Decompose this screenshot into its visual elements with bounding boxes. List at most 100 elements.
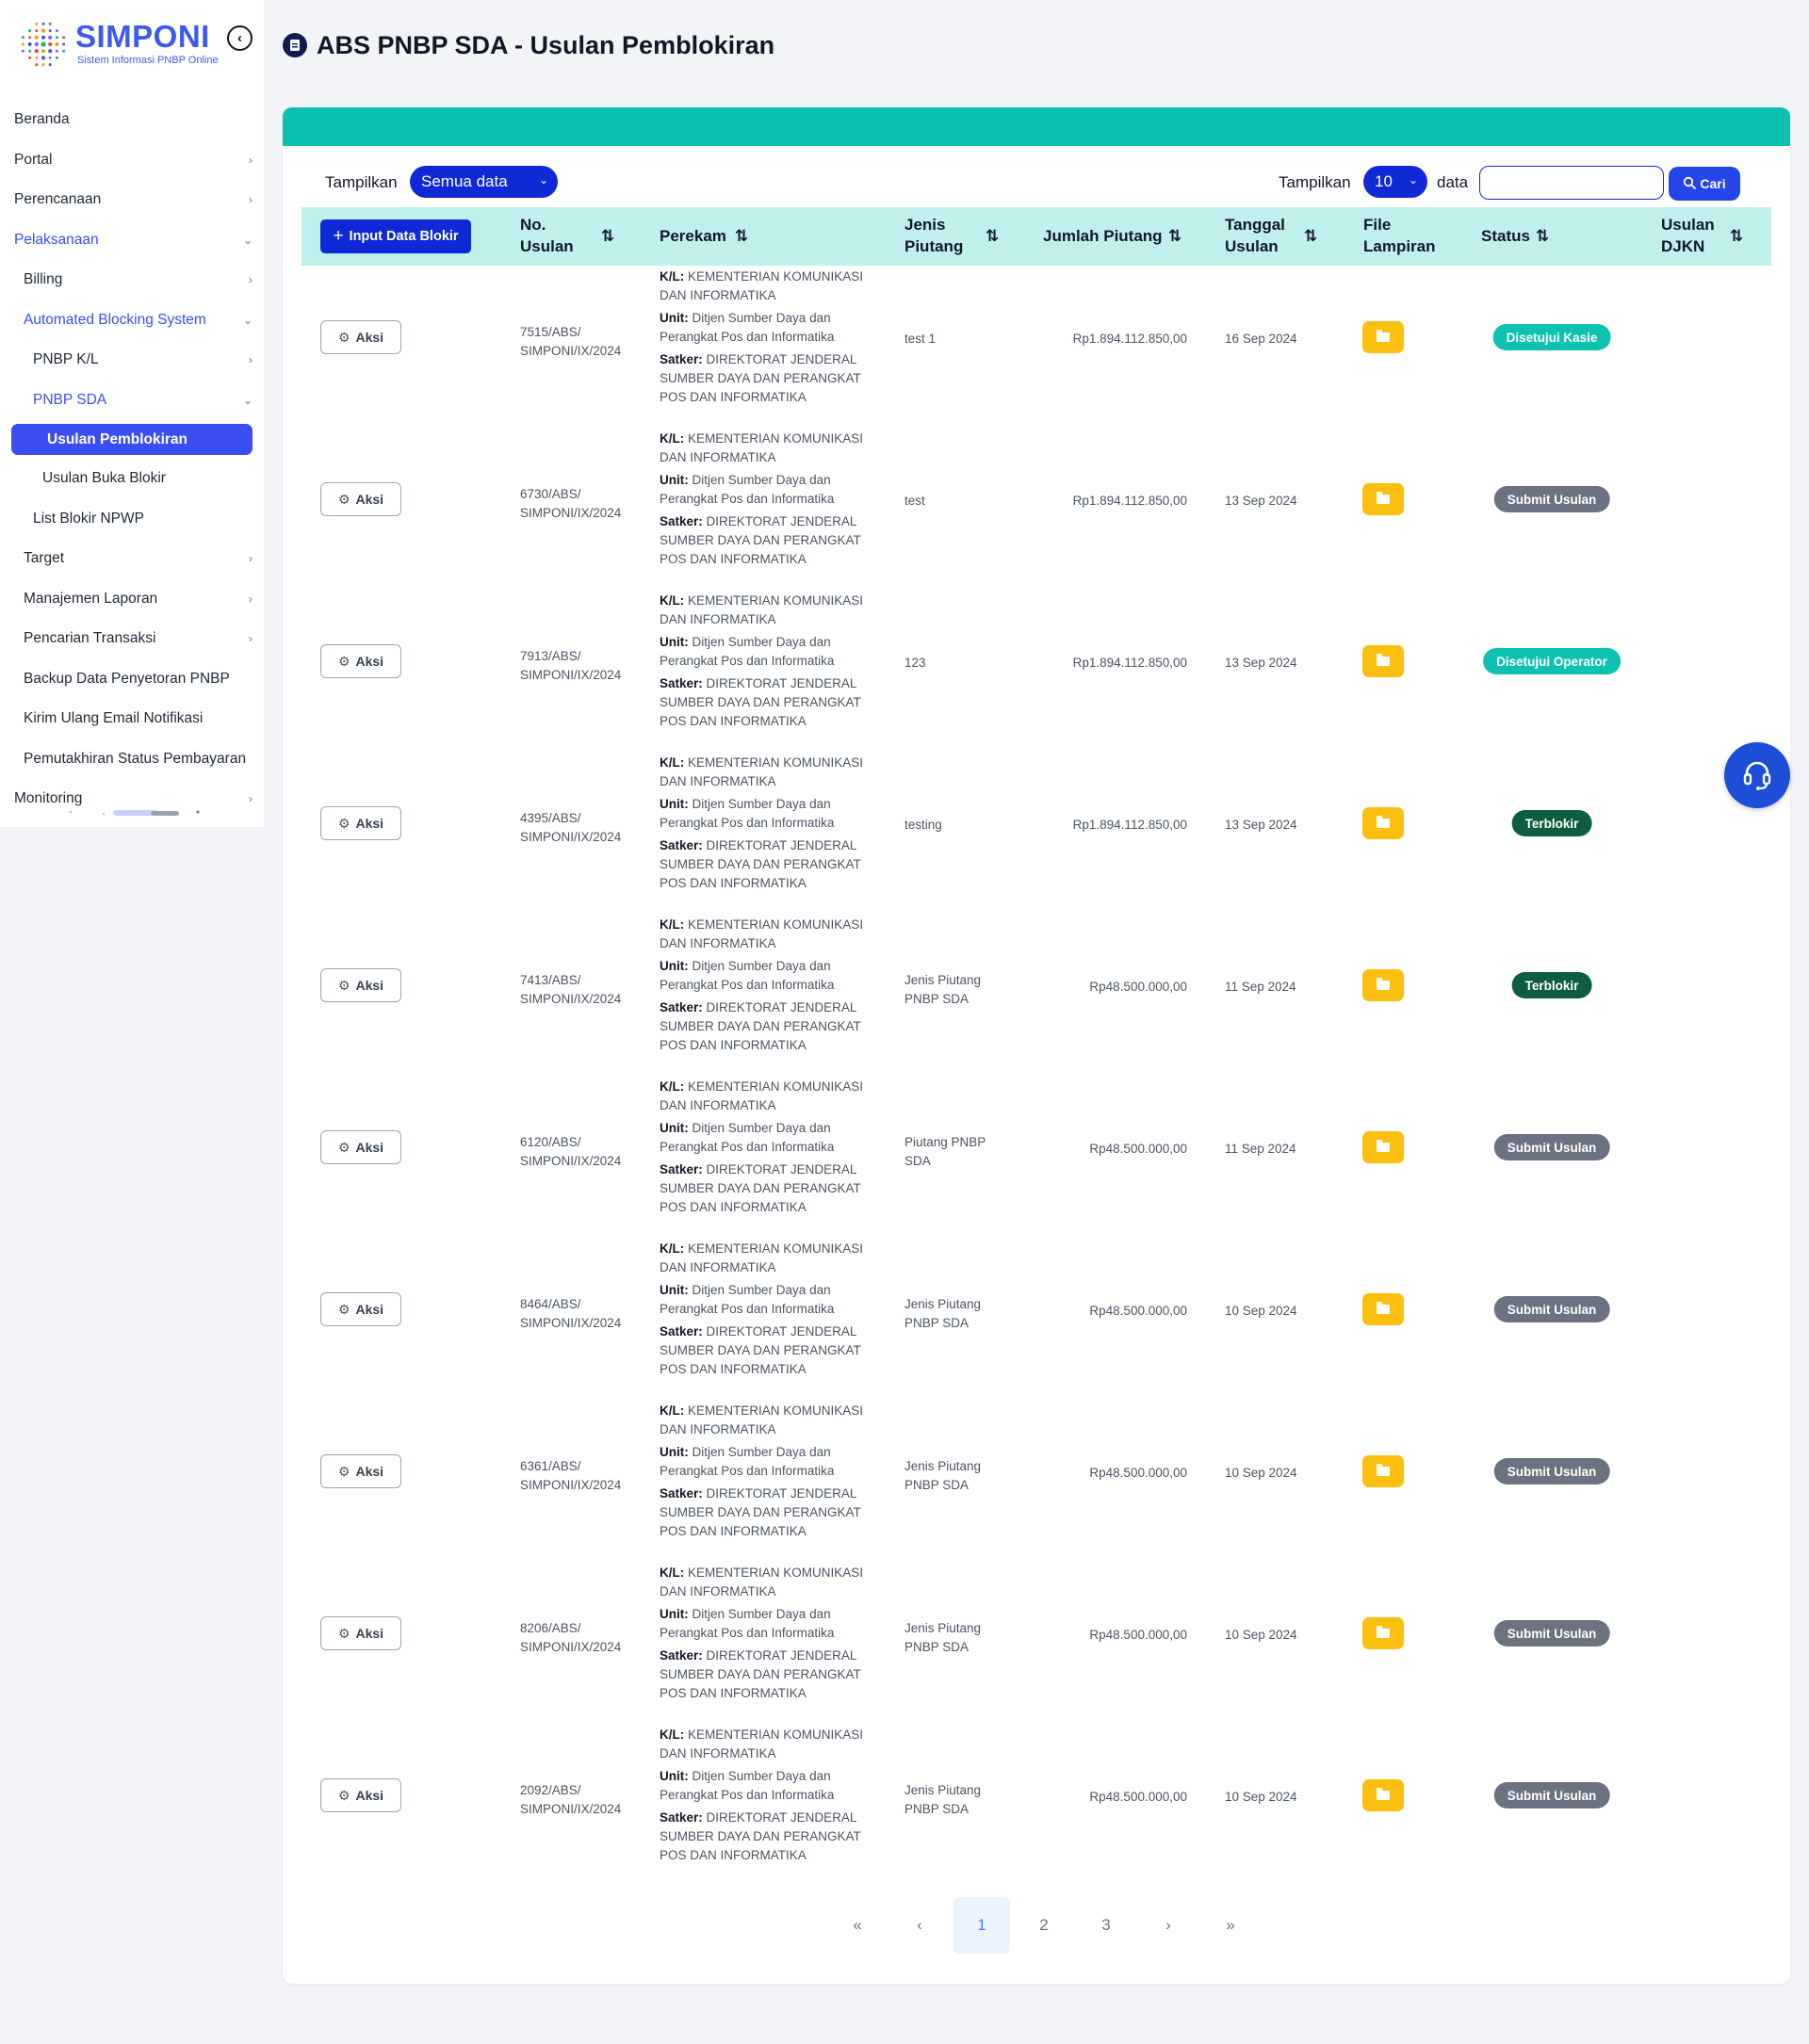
chevron-left-circle-icon[interactable]: ‹ [227,25,253,51]
sidebar-item-list-blokir-npwp[interactable]: List Blokir NPWP [0,499,264,540]
search-button[interactable]: Cari [1669,167,1740,201]
aksi-button[interactable]: ⚙ Aksi [320,482,401,516]
sidebar-item-label: List Blokir NPWP [33,510,144,527]
sidebar-item-usulan-buka-blokir[interactable]: Usulan Buka Blokir [0,459,264,499]
tanggal-usulan-cell: 11 Sep 2024 [1225,1142,1296,1156]
status-badge: Submit Usulan [1493,1782,1610,1809]
sort-icon[interactable]: ⇅ [1536,207,1549,266]
chevron-right-icon: › [249,353,253,367]
folder-icon[interactable] [1362,969,1404,1001]
page-2-button[interactable]: 2 [1016,1897,1072,1954]
col-status[interactable]: Status [1481,207,1530,266]
aksi-button[interactable]: ⚙ Aksi [320,968,401,1002]
sidebar-item-kirim-ulang-email-notifikasi[interactable]: Kirim Ulang Email Notifikasi [0,699,264,739]
sort-icon[interactable]: ⇅ [1304,207,1317,266]
sidebar-item-pnbp-k-l[interactable]: PNBP K/L › [0,340,264,381]
folder-icon[interactable] [1362,321,1404,353]
sidebar-menu: Beranda Portal › Perencanaan › Pelaksanaan ⌄ Bi… [0,100,264,819]
filter-select[interactable]: Semua data ⌄ [410,166,558,198]
sidebar-item-target[interactable]: Target › [0,539,264,579]
sidebar-item-automated-blocking-system[interactable]: Automated Blocking System ⌄ [0,300,264,341]
perekam-kl-value: KEMENTERIAN KOMUNIKASI DAN INFORMATIKA [660,755,864,788]
page-last-button[interactable]: » [1202,1897,1259,1954]
folder-icon[interactable] [1362,1779,1404,1811]
perekam-satker: Satker: DIREKTORAT JENDERAL SUMBER DAYA … [660,1809,876,1865]
sidebar-item-portal[interactable]: Portal › [0,140,264,181]
aksi-button[interactable]: ⚙ Aksi [320,1778,401,1812]
jumlah-piutang-cell: Rp1.894.112.850,00 [1072,656,1187,670]
page-1-button[interactable]: 1 [953,1897,1010,1954]
sidebar-item-backup-data-penyetoran-pnbp[interactable]: Backup Data Penyetoran PNBP [0,659,264,700]
logo-dot [55,29,58,33]
sidebar-item-label: Portal [14,151,53,168]
sidebar-item-pencarian-transaksi[interactable]: Pencarian Transaksi › [0,619,264,659]
jenis-piutang-line: PNBP SDA [904,1316,970,1331]
perekam-unit: Unit: Ditjen Sumber Daya dan Perangkat P… [660,471,876,509]
perekam-unit: Unit: Ditjen Sumber Daya dan Perangkat P… [660,957,876,995]
folder-icon[interactable] [1362,1293,1404,1325]
jumlah-piutang-cell: Rp48.500.000,00 [1089,1790,1187,1804]
sidebar-item-pelaksanaan[interactable]: Pelaksanaan ⌄ [0,220,264,261]
sidebar-item-usulan-pemblokiran[interactable]: Usulan Pemblokiran [11,424,253,455]
folder-shape [1377,492,1390,504]
col-tanggal-line1: Tanggal [1225,216,1285,235]
brand-name: SIMPONI [75,19,210,54]
search-input[interactable] [1479,166,1664,200]
chevron-down-icon: ⌄ [242,393,253,407]
no-usulan-line: SIMPONI/IX/2024 [520,1478,622,1493]
sort-icon[interactable]: ⇅ [735,207,748,266]
perekam-satker: Satker: DIREKTORAT JENDERAL SUMBER DAYA … [660,350,876,407]
jumlah-piutang-cell: Rp48.500.000,00 [1089,1304,1187,1318]
col-no-usulan-line1: No. [520,216,546,235]
sort-icon[interactable]: ⇅ [601,207,614,266]
page-3-button[interactable]: 3 [1078,1897,1134,1954]
add-blokir-button[interactable]: + Input Data Blokir [320,219,471,253]
perekam-kl-label: K/L [660,1728,680,1742]
page-first-button[interactable]: « [829,1897,886,1954]
aksi-button[interactable]: ⚙ Aksi [320,1454,401,1488]
perekam-satker: Satker: DIREKTORAT JENDERAL SUMBER DAYA … [660,1160,876,1217]
sort-icon[interactable]: ⇅ [1730,207,1743,266]
sidebar-item-pemutakhiran-status-pembayaran[interactable]: Pemutakhiran Status Pembayaran [0,739,264,780]
col-jumlah-piutang[interactable]: Jumlah Piutang [1043,207,1163,266]
col-usulan-djkn[interactable]: Usulan DJKN [1661,207,1715,266]
perekam-colon: : [679,1565,685,1580]
perekam-kl: K/L: KEMENTERIAN KOMUNIKASI DAN INFORMAT… [660,1240,876,1277]
table-body: ⚙ Aksi 7515/ABS/SIMPONI/IX/2024 K/L: KEMENT… [302,268,1771,1888]
sidebar-item-manajemen-laporan[interactable]: Manajemen Laporan › [0,579,264,620]
page-prev-button[interactable]: ‹ [891,1897,948,1954]
folder-icon[interactable] [1362,483,1404,515]
logo-dot [48,49,53,54]
page-size-select[interactable]: 10 ⌄ [1363,166,1427,198]
col-jenis-piutang[interactable]: Jenis Piutang [904,207,963,266]
col-no-usulan[interactable]: No. Usulan [520,207,574,266]
filter-label: Tampilkan [325,173,398,191]
folder-icon[interactable] [1362,1131,1404,1163]
aksi-button[interactable]: ⚙ Aksi [320,1616,401,1650]
perekam-colon: : [684,473,689,487]
aksi-button[interactable]: ⚙ Aksi [320,644,401,678]
table-row: ⚙ Aksi 8206/ABS/SIMPONI/IX/2024 K/L: KEMENT… [302,1564,1771,1726]
aksi-button[interactable]: ⚙ Aksi [320,320,401,354]
aksi-button[interactable]: ⚙ Aksi [320,1292,401,1326]
folder-icon[interactable] [1362,1617,1404,1649]
sidebar-item-perencanaan[interactable]: Perencanaan › [0,180,264,220]
aksi-button[interactable]: ⚙ Aksi [320,806,401,840]
help-button[interactable] [1724,742,1790,808]
sidebar-item-billing[interactable]: Billing › [0,260,264,300]
page-next-button[interactable]: › [1140,1897,1197,1954]
sidebar-item-pnbp-sda[interactable]: PNBP SDA ⌄ [0,381,264,421]
brand[interactable]: SIMPONI Sistem Informasi PNBP Online [17,17,253,73]
sort-icon[interactable]: ⇅ [986,207,999,266]
folder-icon[interactable] [1362,645,1404,677]
perekam-kl-label: K/L [660,593,680,608]
folder-shape [1377,816,1390,828]
col-perekam[interactable]: Perekam [660,207,726,266]
sidebar-item-beranda[interactable]: Beranda [0,100,264,140]
sort-icon[interactable]: ⇅ [1168,207,1182,266]
folder-icon[interactable] [1362,1455,1404,1487]
col-tanggal-usulan[interactable]: Tanggal Usulan [1225,207,1285,266]
logo-dot [21,42,24,46]
folder-icon[interactable] [1362,807,1404,839]
aksi-button[interactable]: ⚙ Aksi [320,1130,401,1164]
